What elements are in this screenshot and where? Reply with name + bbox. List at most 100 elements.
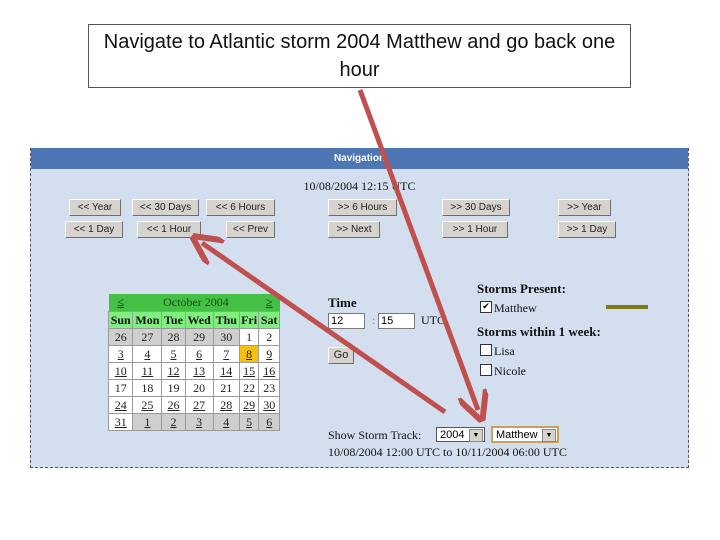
calendar-day-link[interactable]: 26 — [167, 398, 179, 412]
calendar-day[interactable]: 13 — [184, 362, 214, 380]
calendar-day[interactable]: 27 — [132, 328, 163, 346]
calendar-day[interactable]: 20 — [184, 379, 214, 397]
calendar-day[interactable]: 17 — [107, 379, 134, 397]
calendar-day[interactable]: 10 — [107, 362, 134, 380]
calendar-day[interactable]: 29 — [238, 396, 260, 414]
back-year-button[interactable]: << Year — [69, 199, 121, 216]
calendar-day[interactable]: 15 — [238, 362, 260, 380]
forward-1-hour-button[interactable]: >> 1 Hour — [442, 221, 508, 238]
calendar-day[interactable]: 22 — [238, 379, 260, 397]
calendar-day-link[interactable]: 20 — [193, 381, 205, 395]
nicole-checkbox[interactable] — [480, 364, 492, 376]
calendar-day-link[interactable]: 6 — [196, 347, 202, 361]
calendar-day-link[interactable]: 14 — [220, 364, 232, 378]
calendar-day-link[interactable]: 15 — [243, 364, 255, 378]
calendar-day-link[interactable]: 28 — [220, 398, 232, 412]
prev-month-link[interactable]: ≤ — [117, 295, 124, 309]
calendar-day[interactable]: 4 — [212, 413, 240, 431]
calendar-day[interactable]: 28 — [161, 328, 186, 346]
back-30-days-button[interactable]: << 30 Days — [132, 199, 199, 216]
next-month-link[interactable]: ≥ — [266, 295, 273, 309]
calendar-day-link[interactable]: 18 — [141, 381, 153, 395]
calendar-day[interactable]: 18 — [132, 379, 163, 397]
calendar-day[interactable]: 1 — [238, 328, 260, 346]
calendar-day-link[interactable]: 4 — [223, 415, 229, 429]
calendar-day-link[interactable]: 10 — [115, 364, 127, 378]
calendar-day[interactable]: 1 — [132, 413, 163, 431]
calendar-day-link[interactable]: 30 — [263, 398, 275, 412]
storm-select[interactable]: Matthew ▼ — [491, 426, 559, 443]
calendar-day-link[interactable]: 28 — [167, 330, 179, 344]
calendar-day-link[interactable]: 7 — [223, 347, 229, 361]
back-1-day-button[interactable]: << 1 Day — [65, 221, 123, 238]
calendar-day[interactable]: 28 — [212, 396, 240, 414]
calendar-day-link[interactable]: 21 — [220, 381, 232, 395]
lisa-checkbox[interactable] — [480, 344, 492, 356]
hour-input[interactable]: 12 — [328, 313, 365, 329]
calendar-day-link[interactable]: 5 — [246, 415, 252, 429]
calendar-day-link[interactable]: 24 — [115, 398, 127, 412]
next-button[interactable]: >> Next — [328, 221, 380, 238]
calendar-day-link[interactable]: 1 — [246, 330, 252, 344]
calendar-day[interactable]: 25 — [132, 396, 163, 414]
calendar-day[interactable]: 26 — [107, 328, 134, 346]
calendar-day[interactable]: 5 — [238, 413, 260, 431]
calendar-day[interactable]: 19 — [161, 379, 186, 397]
calendar-day-link[interactable]: 3 — [118, 347, 124, 361]
prev-button[interactable]: << Prev — [226, 221, 275, 238]
calendar-day-selected[interactable]: 8 — [238, 345, 260, 363]
calendar-day[interactable]: 16 — [258, 362, 280, 380]
calendar-day-link[interactable]: 11 — [142, 364, 154, 378]
calendar-day[interactable]: 27 — [184, 396, 214, 414]
calendar-day[interactable]: 9 — [258, 345, 280, 363]
calendar-day-link[interactable]: 2 — [170, 415, 176, 429]
calendar-day[interactable]: 21 — [212, 379, 240, 397]
calendar-day[interactable]: 31 — [107, 413, 134, 431]
calendar-day[interactable]: 12 — [161, 362, 186, 380]
calendar-day-link[interactable]: 6 — [266, 415, 272, 429]
calendar-prev-month[interactable]: ≤ — [108, 294, 133, 312]
calendar-day[interactable]: 5 — [161, 345, 186, 363]
calendar-day[interactable]: 3 — [107, 345, 134, 363]
calendar-day-link[interactable]: 9 — [266, 347, 272, 361]
forward-6-hours-button[interactable]: >> 6 Hours — [328, 199, 397, 216]
calendar-day[interactable]: 29 — [184, 328, 214, 346]
back-1-hour-button[interactable]: << 1 Hour — [137, 221, 201, 238]
forward-1-day-button[interactable]: >> 1 Day — [558, 221, 616, 238]
calendar-day[interactable]: 2 — [258, 328, 280, 346]
go-button[interactable]: Go — [328, 347, 354, 364]
calendar-day-link[interactable]: 4 — [144, 347, 150, 361]
calendar-next-month[interactable]: ≥ — [258, 294, 280, 312]
calendar-day[interactable]: 30 — [212, 328, 240, 346]
calendar-day[interactable]: 6 — [184, 345, 214, 363]
calendar-day-link[interactable]: 3 — [196, 415, 202, 429]
calendar-day[interactable]: 11 — [132, 362, 163, 380]
calendar-day-link[interactable]: 5 — [170, 347, 176, 361]
calendar-day[interactable]: 14 — [212, 362, 240, 380]
calendar-day-link[interactable]: 12 — [167, 364, 179, 378]
year-select[interactable]: 2004 ▼ — [436, 427, 485, 442]
matthew-checkbox[interactable]: ✔ — [480, 301, 492, 313]
calendar-day[interactable]: 2 — [161, 413, 186, 431]
calendar-day-link[interactable]: 27 — [141, 330, 153, 344]
minute-input[interactable]: 15 — [378, 313, 415, 329]
calendar-day[interactable]: 7 — [212, 345, 240, 363]
calendar-day-link[interactable]: 17 — [115, 381, 127, 395]
calendar-day-link[interactable]: 2 — [266, 330, 272, 344]
calendar-day-link[interactable]: 31 — [115, 415, 127, 429]
calendar-day[interactable]: 4 — [132, 345, 163, 363]
calendar-day-link[interactable]: 16 — [263, 364, 275, 378]
calendar-day-link[interactable]: 23 — [263, 381, 275, 395]
calendar-day-link[interactable]: 27 — [193, 398, 205, 412]
calendar-day[interactable]: 26 — [161, 396, 186, 414]
forward-30-days-button[interactable]: >> 30 Days — [442, 199, 510, 216]
forward-year-button[interactable]: >> Year — [558, 199, 611, 216]
calendar-day-link[interactable]: 1 — [144, 415, 150, 429]
calendar-day-link[interactable]: 29 — [193, 330, 205, 344]
calendar-day-link[interactable]: 13 — [193, 364, 205, 378]
calendar-day-link[interactable]: 26 — [115, 330, 127, 344]
calendar-day-link[interactable]: 8 — [246, 347, 252, 361]
calendar-day-link[interactable]: 30 — [220, 330, 232, 344]
calendar-day[interactable]: 23 — [258, 379, 280, 397]
calendar-day[interactable]: 24 — [107, 396, 134, 414]
